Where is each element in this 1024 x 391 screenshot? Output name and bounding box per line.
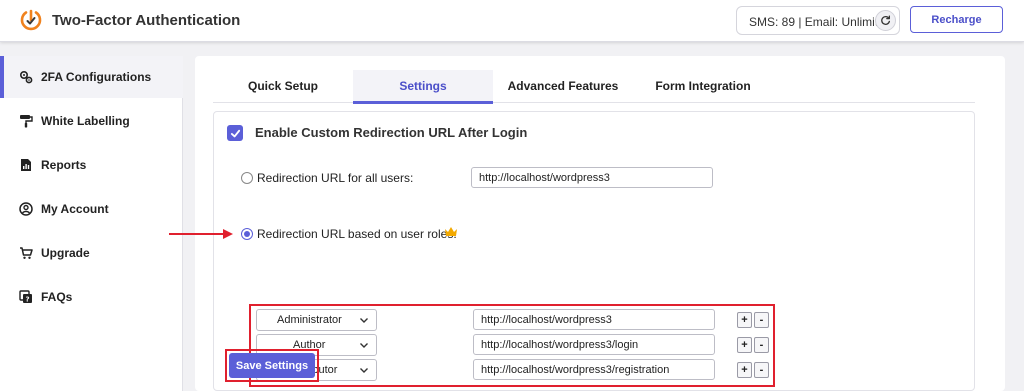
- app-title: Two-Factor Authentication: [52, 12, 241, 29]
- add-row-button[interactable]: +: [737, 312, 752, 328]
- refresh-button[interactable]: [875, 10, 896, 31]
- user-circle-icon: [19, 202, 33, 216]
- crown-icon: [445, 227, 457, 236]
- remove-row-button[interactable]: -: [754, 337, 769, 353]
- sidebar-item-label: White Labelling: [41, 114, 130, 128]
- sidebar-item-2fa-configurations[interactable]: 2FA Configurations: [0, 56, 183, 98]
- logo-icon: [20, 9, 42, 31]
- sidebar-item-my-account[interactable]: My Account: [0, 188, 183, 230]
- sidebar-item-faqs[interactable]: ? FAQs: [0, 276, 183, 318]
- role-url-input-author[interactable]: [473, 334, 715, 355]
- cart-icon: [19, 246, 33, 260]
- sidebar-item-label: Reports: [41, 158, 87, 172]
- role-url-input-contributor[interactable]: [473, 359, 715, 380]
- gear-group-icon: [19, 70, 33, 84]
- role-url-input-administrator[interactable]: [473, 309, 715, 330]
- main-content: Quick Setup Settings Advanced Features F…: [169, 56, 1005, 391]
- checkmark-icon: [230, 129, 240, 137]
- sidebar-item-label: Upgrade: [41, 246, 90, 260]
- tab-quick-setup[interactable]: Quick Setup: [213, 70, 353, 102]
- settings-panel: Enable Custom Redirection URL After Logi…: [169, 111, 975, 391]
- sidebar-item-white-labelling[interactable]: White Labelling: [0, 100, 183, 142]
- sidebar-item-upgrade[interactable]: Upgrade: [0, 232, 183, 274]
- annotation-arrow-icon: [169, 229, 233, 239]
- user-roles-box: Administrator + - Author + - Contributor…: [249, 304, 775, 387]
- faq-icon: ?: [19, 290, 33, 304]
- sidebar: 2FA Configurations White Labelling Repor…: [0, 56, 183, 391]
- tab-bar: Quick Setup Settings Advanced Features F…: [213, 70, 975, 104]
- tab-form-integration[interactable]: Form Integration: [633, 70, 773, 102]
- sidebar-item-label: 2FA Configurations: [41, 70, 152, 84]
- role-select-value: Administrator: [277, 314, 342, 326]
- all-users-label: Redirection URL for all users:: [257, 171, 414, 185]
- add-row-button[interactable]: +: [737, 362, 752, 378]
- paint-roller-icon: [19, 114, 33, 128]
- user-roles-radio[interactable]: [241, 228, 253, 240]
- save-settings-highlight: Save Settings: [225, 349, 319, 382]
- all-users-url-input[interactable]: [471, 167, 713, 188]
- sms-email-status: SMS: 89 | Email: Unlimited: [736, 6, 900, 35]
- chevron-down-icon: [360, 343, 368, 348]
- save-settings-button[interactable]: Save Settings: [229, 353, 315, 378]
- recharge-button[interactable]: Recharge: [910, 6, 1003, 33]
- tab-settings[interactable]: Settings: [353, 70, 493, 104]
- role-select-administrator[interactable]: Administrator: [256, 309, 377, 331]
- tab-advanced-features[interactable]: Advanced Features: [493, 70, 633, 102]
- remove-row-button[interactable]: -: [754, 362, 769, 378]
- sidebar-item-label: My Account: [41, 202, 109, 216]
- refresh-icon: [881, 15, 890, 25]
- sidebar-item-reports[interactable]: Reports: [0, 144, 183, 186]
- top-bar: Two-Factor Authentication SMS: 89 | Emai…: [0, 0, 1024, 42]
- chevron-down-icon: [360, 368, 368, 373]
- chevron-down-icon: [360, 318, 368, 323]
- enable-redirection-checkbox[interactable]: [227, 125, 243, 141]
- svg-text:?: ?: [25, 296, 29, 304]
- all-users-radio[interactable]: [241, 172, 253, 184]
- user-roles-label: Redirection URL based on user roles:: [257, 227, 457, 241]
- report-icon: [19, 158, 33, 172]
- remove-row-button[interactable]: -: [754, 312, 769, 328]
- sidebar-item-label: FAQs: [41, 290, 73, 304]
- add-row-button[interactable]: +: [737, 337, 752, 353]
- enable-redirection-label: Enable Custom Redirection URL After Logi…: [255, 125, 528, 140]
- sms-email-status-text: SMS: 89 | Email: Unlimited: [749, 15, 892, 29]
